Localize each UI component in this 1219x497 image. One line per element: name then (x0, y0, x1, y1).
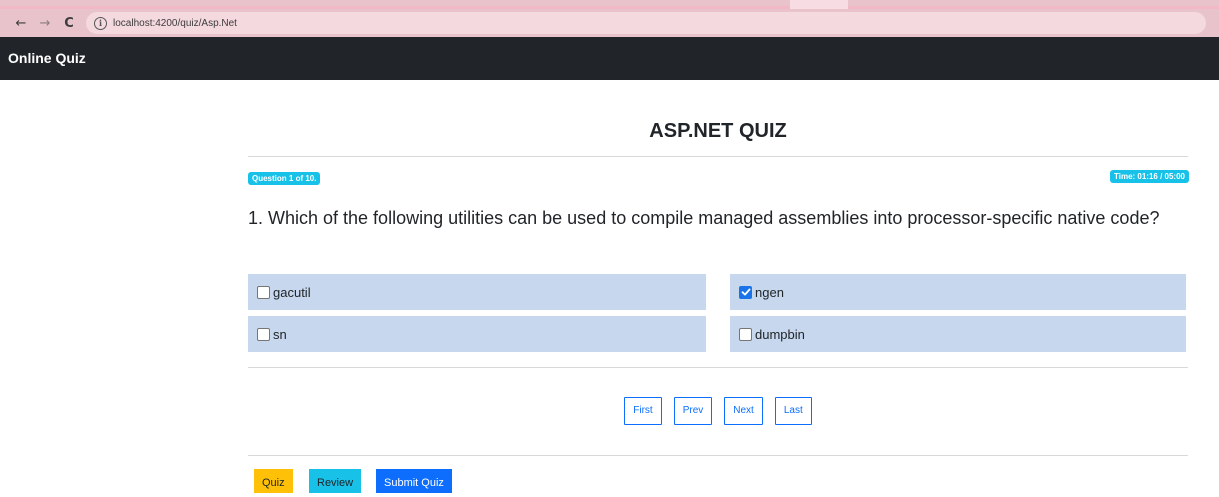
option-dumpbin[interactable]: dumpbin (730, 316, 1186, 352)
url-text: localhost:4200/quiz/Asp.Net (113, 17, 237, 29)
option-checkbox-checked[interactable] (739, 285, 752, 299)
option-label: sn (273, 326, 287, 342)
last-button[interactable]: Last (774, 397, 812, 425)
site-info-icon[interactable]: i (94, 16, 107, 30)
timer-badge: Time: 01:16 / 05:00 (1109, 170, 1189, 183)
app-navbar: Online Quiz (0, 37, 1219, 80)
prev-button[interactable]: Prev (673, 397, 713, 425)
browser-address-bar: ← → C i localhost:4200/quiz/Asp.Net (0, 9, 1219, 37)
checkmark-icon (741, 288, 750, 296)
option-checkbox[interactable] (257, 327, 270, 341)
active-tab[interactable] (790, 0, 848, 9)
submit-quiz-button[interactable]: Submit Quiz (376, 469, 452, 493)
option-checkbox[interactable] (739, 327, 752, 341)
navbar-brand[interactable]: Online Quiz (8, 50, 86, 66)
back-arrow-icon[interactable]: ← (12, 14, 30, 32)
quiz-title: ASP.NET QUIZ (649, 120, 787, 142)
option-checkbox[interactable] (257, 285, 270, 299)
divider-middle (248, 367, 1188, 368)
forward-arrow-icon[interactable]: → (36, 14, 54, 32)
divider-bottom (248, 455, 1188, 456)
question-counter-badge: Question 1 of 10. (248, 172, 321, 185)
quiz-container: ASP.NET QUIZ Question 1 of 10. Time: 01:… (248, 80, 1189, 493)
review-button[interactable]: Review (309, 469, 362, 493)
url-field[interactable]: i localhost:4200/quiz/Asp.Net (86, 12, 1206, 34)
divider-top (248, 156, 1188, 157)
option-ngen[interactable]: ngen (730, 274, 1186, 310)
option-label: ngen (755, 284, 784, 300)
option-label: gacutil (273, 284, 311, 300)
option-gacutil[interactable]: gacutil (248, 274, 706, 310)
reload-icon[interactable]: C (60, 14, 78, 32)
question-pager: First Prev Next Last (248, 397, 1188, 425)
browser-tab-strip (0, 0, 1219, 9)
question-text: 1. Which of the following utilities can … (248, 208, 1160, 228)
option-sn[interactable]: sn (248, 316, 706, 352)
first-button[interactable]: First (624, 397, 662, 425)
next-button[interactable]: Next (724, 397, 763, 425)
option-label: dumpbin (755, 326, 805, 342)
quiz-button[interactable]: Quiz (254, 469, 293, 493)
